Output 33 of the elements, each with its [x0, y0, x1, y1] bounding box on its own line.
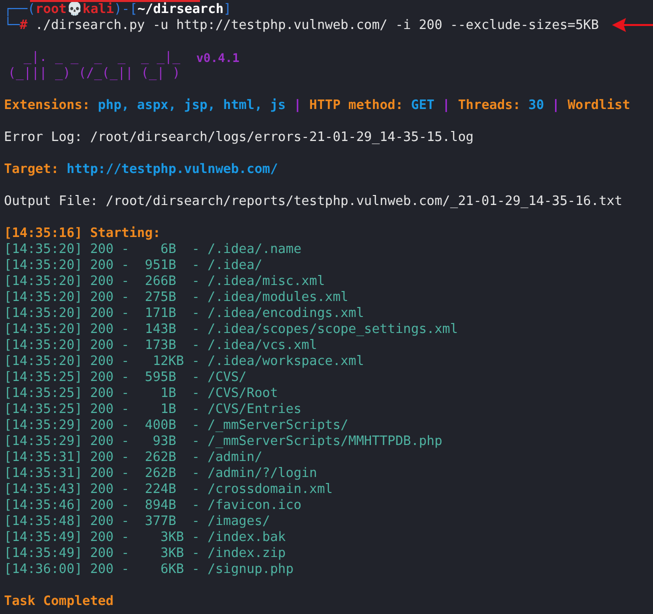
command-line: └─# ./dirsearch.py -u http://testphp.vulnweb.com/ -i 200 --exclude-sizes=5KB — [4, 18, 599, 34]
result-line: [14:35:25] 200 - 1B - /CVS/Entries — [4, 402, 302, 418]
result-line: [14:35:31] 200 - 262B - /admin/?/login — [4, 466, 318, 482]
starting-line: [14:35:16] Starting: — [4, 226, 161, 242]
result-line: [14:35:49] 200 - 3KB - /index.bak — [4, 530, 286, 546]
version-label: v0.4.1 — [196, 50, 240, 66]
result-line: [14:35:20] 200 - 12KB - /.idea/workspace.xml — [4, 354, 364, 370]
result-line: [14:35:20] 200 - 266B - /.idea/misc.xml — [4, 274, 325, 290]
result-line: [14:36:00] 200 - 6KB - /signup.php — [4, 562, 294, 578]
arrow-icon — [612, 18, 653, 32]
error-log-line: Error Log: /root/dirsearch/logs/errors-21-01-29_14-35-15.log — [4, 130, 474, 146]
ascii-logo-line: (_||| _) (/_(_|| (_| ) — [8, 66, 180, 82]
result-line: [14:35:25] 200 - 595B - /CVS/ — [4, 370, 247, 386]
result-line: [14:35:46] 200 - 894B - /favicon.ico — [4, 498, 302, 514]
result-line: [14:35:20] 200 - 275B - /.idea/modules.xml — [4, 290, 348, 306]
target-line: Target: http://testphp.vulnweb.com/ — [4, 162, 278, 178]
result-line: [14:35:20] 200 - 173B - /.idea/vcs.xml — [4, 338, 318, 354]
result-line: [14:35:31] 200 - 262B - /admin/ — [4, 450, 262, 466]
result-line: [14:35:20] 200 - 171B - /.idea/encodings.xml — [4, 306, 364, 322]
result-line: [14:35:20] 200 - 143B - /.idea/scopes/scope_settings.xml — [4, 322, 458, 338]
result-line: [14:35:48] 200 - 377B - /images/ — [4, 514, 270, 530]
result-line: [14:35:43] 200 - 224B - /crossdomain.xml — [4, 482, 333, 498]
ascii-logo-line: _|. _ _ _ _ _ _|_ — [22, 50, 180, 66]
result-line: [14:35:29] 200 - 93B - /_mmServerScripts/MMHTTPDB.php — [4, 434, 442, 450]
task-completed-line: Task Completed — [4, 594, 114, 610]
config-line: Extensions: php, aspx, jsp, html, js | HTTP method: GET | Threads: 30 | Wordlist — [4, 98, 630, 114]
result-line: [14:35:25] 200 - 1B - /CVS/Root — [4, 386, 278, 402]
result-line: [14:35:29] 200 - 400B - /_mmServerScripts/ — [4, 418, 348, 434]
prompt-line: ┌──(root💀kali)-[~/dirsearch] — [4, 2, 232, 17]
result-line: [14:35:49] 200 - 3KB - /index.zip — [4, 546, 286, 562]
result-line: [14:35:20] 200 - 6B - /.idea/.name — [4, 242, 302, 258]
result-line: [14:35:20] 200 - 951B - /.idea/ — [4, 258, 262, 274]
output-file-line: Output File: /root/dirsearch/reports/testphp.vulnweb.com/_21-01-29_14-35-16.txt — [4, 194, 622, 210]
